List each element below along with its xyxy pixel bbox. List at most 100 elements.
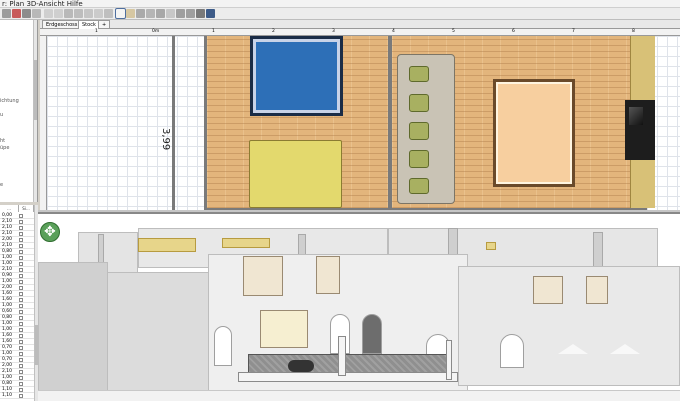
mirror-icon[interactable] [104, 9, 113, 18]
visible-checkbox[interactable] [19, 316, 23, 320]
catalog-scroll-thumb[interactable] [34, 60, 37, 120]
main-toolbar [0, 8, 680, 20]
3d-balcony-chair [288, 360, 314, 372]
delete-icon[interactable] [12, 9, 21, 18]
visible-checkbox[interactable] [19, 214, 23, 218]
add-level-tab[interactable]: + [98, 20, 111, 29]
copy-icon[interactable] [22, 9, 31, 18]
ruler-label: 5 [452, 29, 455, 34]
visible-checkbox[interactable] [19, 226, 23, 230]
catalog-scrollbar[interactable] [33, 20, 37, 202]
plan-canvas[interactable]: 3,99 [47, 36, 680, 211]
3d-view[interactable] [38, 212, 680, 401]
catalog-item[interactable]: ht [0, 138, 5, 144]
visible-checkbox[interactable] [19, 352, 23, 356]
window-title-bar: r: Plan 3D-Ansicht Hilfe [0, 0, 680, 8]
3d-balcony-floor [248, 354, 448, 374]
3d-window [243, 256, 283, 296]
row-height-value: 1,10 [2, 393, 13, 398]
ruler-label: 7 [572, 29, 575, 34]
ruler-label: 2 [272, 29, 275, 34]
sofa-cushion[interactable] [409, 94, 429, 112]
paste-icon[interactable] [32, 9, 41, 18]
cream-rug[interactable] [493, 79, 575, 187]
redo-icon[interactable] [54, 9, 63, 18]
create-dimensions-icon[interactable] [156, 9, 165, 18]
visible-checkbox[interactable] [19, 220, 23, 224]
visible-checkbox[interactable] [19, 238, 23, 242]
bookshelf [138, 238, 196, 252]
column-header[interactable]: Si... [19, 205, 34, 212]
zoom-out-icon[interactable] [186, 9, 195, 18]
zoom-in-icon[interactable] [176, 9, 185, 18]
visible-checkbox[interactable] [19, 244, 23, 248]
3d-ground [38, 390, 680, 401]
create-walls-icon[interactable] [136, 9, 145, 18]
blue-rug[interactable] [250, 36, 343, 116]
visible-checkbox[interactable] [19, 346, 23, 350]
video-icon[interactable] [206, 9, 215, 18]
3d-balcony-post [338, 336, 346, 376]
navigation-arrows-icon[interactable] [40, 222, 60, 242]
visible-checkbox[interactable] [19, 286, 23, 290]
ruler-label: 1 [212, 29, 215, 34]
visible-checkbox[interactable] [19, 304, 23, 308]
vertical-ruler [40, 36, 47, 211]
3d-arch [214, 326, 232, 366]
visible-checkbox[interactable] [19, 388, 23, 392]
rotate-icon[interactable] [94, 9, 103, 18]
visible-checkbox[interactable] [19, 268, 23, 272]
visible-checkbox[interactable] [19, 250, 23, 254]
visible-checkbox[interactable] [19, 328, 23, 332]
visible-checkbox[interactable] [19, 256, 23, 260]
visible-checkbox[interactable] [19, 382, 23, 386]
sofa-cushion[interactable] [409, 66, 429, 82]
sofa-cushion[interactable] [409, 150, 429, 168]
catalog-item[interactable]: u [0, 112, 3, 118]
sofa-cushion[interactable] [409, 178, 429, 194]
visible-checkbox[interactable] [19, 274, 23, 278]
photo-icon[interactable] [196, 9, 205, 18]
tv-cabinet[interactable] [625, 100, 655, 160]
table-row[interactable]: 1,10 [0, 393, 34, 399]
visible-checkbox[interactable] [19, 292, 23, 296]
visible-checkbox[interactable] [19, 310, 23, 314]
visible-checkbox[interactable] [19, 394, 23, 398]
tab-erdgeschoss[interactable]: Erdgeschoss [42, 20, 82, 29]
3d-facade-right [458, 266, 680, 386]
visible-checkbox[interactable] [19, 298, 23, 302]
sofa-cushion[interactable] [409, 122, 429, 140]
add-furniture-icon[interactable] [64, 9, 73, 18]
catalog-item[interactable]: ichtung [0, 98, 19, 104]
plan-wall[interactable] [172, 36, 175, 211]
bookshelf [486, 242, 496, 250]
visible-checkbox[interactable] [19, 232, 23, 236]
visible-checkbox[interactable] [19, 322, 23, 326]
undo-icon[interactable] [44, 9, 53, 18]
visible-checkbox[interactable] [19, 376, 23, 380]
add-text-icon[interactable] [166, 9, 175, 18]
pan-mode-icon[interactable] [126, 9, 135, 18]
catalog-item[interactable]: üpe [0, 145, 9, 151]
visible-checkbox[interactable] [19, 262, 23, 266]
import-icon[interactable] [74, 9, 83, 18]
cut-icon[interactable] [2, 9, 11, 18]
3d-balcony-railing [238, 372, 458, 382]
visible-checkbox[interactable] [19, 370, 23, 374]
visible-checkbox[interactable] [19, 358, 23, 362]
text-style-icon[interactable] [84, 9, 93, 18]
ruler-label: 4 [392, 29, 395, 34]
furniture-list-table[interactable]: ... Si... 0,00 2,10 2,10 2,10 2,00 2,10 0,80 1,… [0, 205, 38, 401]
visible-checkbox[interactable] [19, 364, 23, 368]
catalog-item[interactable]: e [0, 182, 3, 188]
visible-checkbox[interactable] [19, 340, 23, 344]
visible-checkbox[interactable] [19, 280, 23, 284]
plan-view[interactable]: Erdgeschoss Stock 1 + 1 0m 1 2 3 4 5 6 7… [40, 20, 680, 211]
3d-window [533, 276, 563, 304]
visible-checkbox[interactable] [19, 334, 23, 338]
column-header[interactable]: ... [0, 205, 19, 212]
create-rooms-icon[interactable] [146, 9, 155, 18]
furniture-catalog-tree[interactable]: ichtung u ht üpe e [0, 20, 38, 202]
bed[interactable] [249, 140, 342, 208]
select-mode-icon[interactable] [115, 8, 126, 19]
